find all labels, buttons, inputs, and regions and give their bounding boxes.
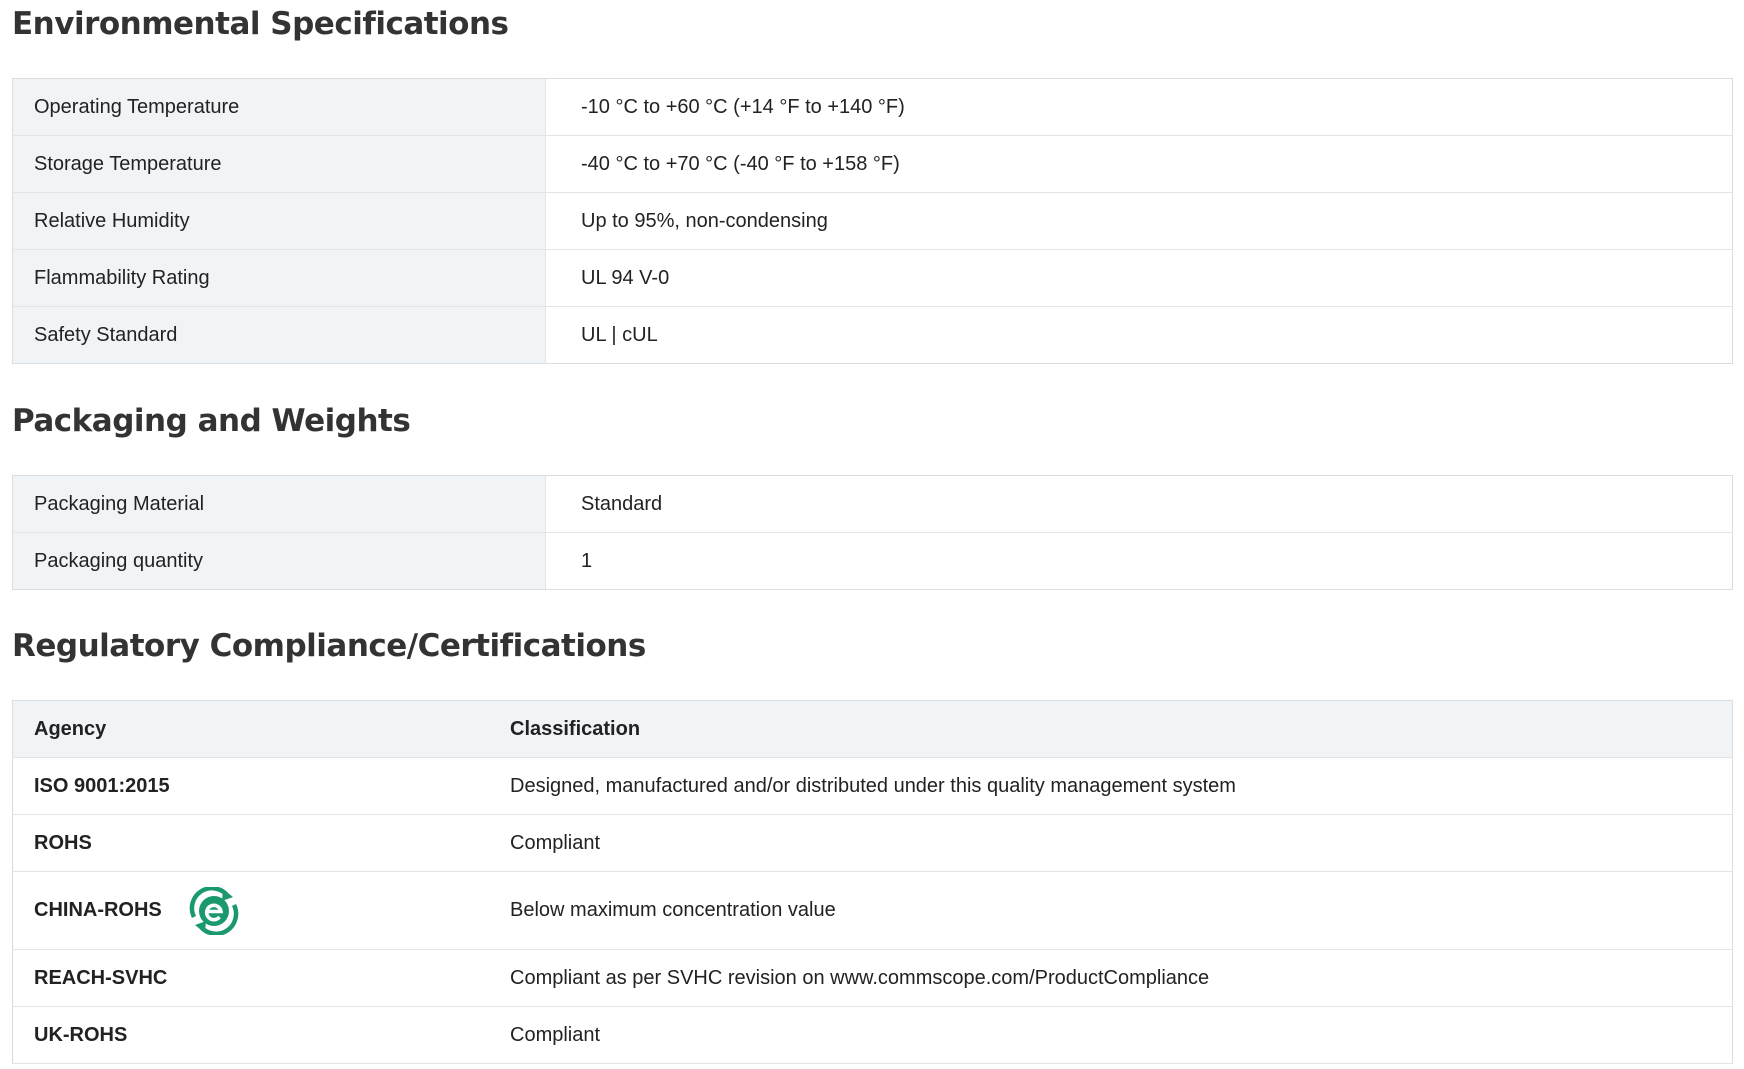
spec-label: Storage Temperature (12, 135, 546, 193)
china-rohs-e-icon (187, 885, 241, 936)
column-header-agency: Agency (12, 700, 510, 758)
column-header-classification: Classification (510, 700, 1733, 758)
table-row: ISO 9001:2015 Designed, manufactured and… (12, 757, 1733, 815)
packaging-table: Packaging Material Standard Packaging qu… (12, 475, 1733, 590)
spec-label: Packaging quantity (12, 532, 546, 590)
table-row: UK-ROHS Compliant (12, 1006, 1733, 1064)
classification-cell: Compliant as per SVHC revision on www.co… (510, 949, 1733, 1007)
table-row: Safety Standard UL | cUL (12, 306, 1733, 364)
table-row: ROHS Compliant (12, 814, 1733, 872)
classification-cell: Compliant (510, 814, 1733, 872)
table-row: Flammability Rating UL 94 V-0 (12, 249, 1733, 307)
regulatory-compliance-table: Agency Classification ISO 9001:2015 Desi… (12, 700, 1733, 1064)
table-row: Packaging quantity 1 (12, 532, 1733, 590)
table-row: Relative Humidity Up to 95%, non-condens… (12, 192, 1733, 250)
spec-value: UL 94 V-0 (545, 249, 1733, 307)
spec-value: 1 (545, 532, 1733, 590)
table-row: Storage Temperature -40 °C to +70 °C (-4… (12, 135, 1733, 193)
classification-cell: Below maximum concentration value (510, 871, 1733, 950)
classification-cell: Designed, manufactured and/or distribute… (510, 757, 1733, 815)
table-row: REACH-SVHC Compliant as per SVHC revisio… (12, 949, 1733, 1007)
spec-value: -10 °C to +60 °C (+14 °F to +140 °F) (545, 78, 1733, 136)
table-row: CHINA-ROHS Below maximum concentration v… (12, 871, 1733, 950)
table-row: Packaging Material Standard (12, 475, 1733, 533)
table-row: Operating Temperature -10 °C to +60 °C (… (12, 78, 1733, 136)
agency-cell: ISO 9001:2015 (12, 757, 510, 815)
spec-label: Packaging Material (12, 475, 546, 533)
classification-cell: Compliant (510, 1006, 1733, 1064)
spec-label: Operating Temperature (12, 78, 546, 136)
section-title-environmental: Environmental Specifications (12, 6, 509, 42)
environmental-specs-table: Operating Temperature -10 °C to +60 °C (… (12, 78, 1733, 364)
agency-cell: ROHS (12, 814, 510, 872)
spec-label: Flammability Rating (12, 249, 546, 307)
spec-label: Safety Standard (12, 306, 546, 364)
agency-cell: UK-ROHS (12, 1006, 510, 1064)
spec-value: UL | cUL (545, 306, 1733, 364)
agency-cell: REACH-SVHC (12, 949, 510, 1007)
spec-label: Relative Humidity (12, 192, 546, 250)
spec-value: -40 °C to +70 °C (-40 °F to +158 °F) (545, 135, 1733, 193)
section-title-regulatory: Regulatory Compliance/Certifications (12, 628, 646, 664)
table-header-row: Agency Classification (12, 700, 1733, 758)
agency-label: CHINA-ROHS (34, 899, 162, 921)
section-title-packaging: Packaging and Weights (12, 403, 411, 439)
spec-value: Up to 95%, non-condensing (545, 192, 1733, 250)
spec-value: Standard (545, 475, 1733, 533)
agency-cell: CHINA-ROHS (12, 871, 510, 950)
